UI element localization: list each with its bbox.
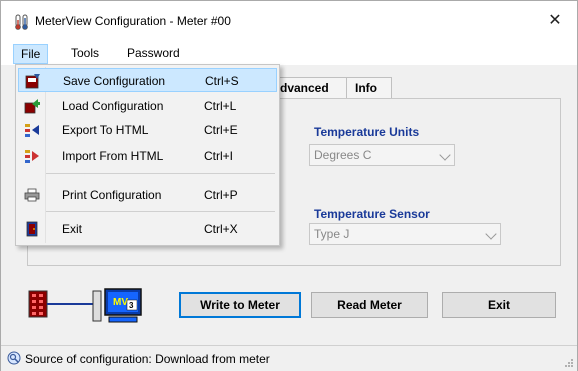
menu-bar: File Tools Password <box>1 41 577 65</box>
temperature-units-value: Degrees C <box>314 148 372 162</box>
tab-advanced[interactable]: dvanced <box>271 77 347 99</box>
exit-door-icon <box>26 221 38 237</box>
app-window: MeterView Configuration - Meter #00 ✕ Fi… <box>0 0 578 371</box>
write-to-meter-button[interactable]: Write to Meter <box>179 292 301 318</box>
window-title: MeterView Configuration - Meter #00 <box>35 14 231 28</box>
menu-item-shortcut: Ctrl+E <box>204 123 238 137</box>
menu-password[interactable]: Password <box>120 44 187 64</box>
menu-item-label: Save Configuration <box>63 74 166 88</box>
menu-item-label: Load Configuration <box>62 99 164 113</box>
menu-item-export-to-html[interactable]: Export To HTML Ctrl+E <box>18 118 277 142</box>
meter-device-icon <box>28 290 48 318</box>
menu-item-shortcut: Ctrl+L <box>204 99 237 113</box>
menu-item-print-configuration[interactable]: Print Configuration Ctrl+P <box>18 183 277 207</box>
menu-item-shortcut: Ctrl+P <box>204 188 238 202</box>
menu-separator <box>46 211 275 212</box>
menu-item-shortcut: Ctrl+I <box>204 149 234 163</box>
resize-grip-icon[interactable] <box>564 358 574 368</box>
temperature-sensor-label: Temperature Sensor <box>314 207 430 221</box>
save-config-icon <box>25 74 40 89</box>
temperature-units-select[interactable]: Degrees C <box>309 144 455 166</box>
info-search-icon <box>7 351 21 365</box>
menu-item-save-configuration[interactable]: Save Configuration Ctrl+S <box>18 68 277 92</box>
temperature-units-label: Temperature Units <box>314 125 420 139</box>
chevron-down-icon <box>439 149 451 161</box>
status-bar: Source of configuration: Download from m… <box>1 345 577 371</box>
menu-item-shortcut: Ctrl+X <box>204 222 238 236</box>
menu-item-shortcut: Ctrl+S <box>205 74 239 88</box>
import-html-icon <box>25 150 39 163</box>
title-bar: MeterView Configuration - Meter #00 ✕ <box>1 1 577 41</box>
menu-tools[interactable]: Tools <box>64 44 106 64</box>
printer-icon <box>24 188 40 202</box>
menu-separator <box>46 173 275 174</box>
menu-file[interactable]: File <box>13 44 49 64</box>
read-meter-button[interactable]: Read Meter <box>311 292 428 318</box>
app-thermometer-icon <box>15 14 28 30</box>
monitor-badge: 3 <box>129 301 134 310</box>
close-window-button[interactable]: ✕ <box>533 1 577 41</box>
meter-to-pc-graphic: MV 3 <box>28 288 142 323</box>
export-html-icon <box>25 124 39 137</box>
close-icon: ✕ <box>548 10 562 29</box>
exit-button[interactable]: Exit <box>442 292 556 318</box>
menu-item-import-from-html[interactable]: Import From HTML Ctrl+I <box>18 144 277 168</box>
status-text: Source of configuration: Download from m… <box>25 352 270 366</box>
tab-info[interactable]: Info <box>346 77 392 99</box>
menu-item-exit[interactable]: Exit Ctrl+X <box>18 217 277 241</box>
menu-item-label: Exit <box>62 222 83 236</box>
load-config-icon <box>24 99 40 114</box>
menu-item-load-configuration[interactable]: Load Configuration Ctrl+L <box>18 94 277 118</box>
computer-icon: MV 3 <box>92 288 142 323</box>
temperature-sensor-value: Type J <box>314 227 350 241</box>
chevron-down-icon <box>485 228 497 240</box>
file-dropdown-menu: Save Configuration Ctrl+S Load Configura… <box>15 64 280 246</box>
temperature-sensor-select[interactable]: Type J <box>309 223 501 245</box>
menu-item-label: Export To HTML <box>62 123 149 137</box>
menu-item-label: Print Configuration <box>62 188 162 202</box>
monitor-label: MV <box>113 297 128 308</box>
menu-item-label: Import From HTML <box>62 149 164 163</box>
